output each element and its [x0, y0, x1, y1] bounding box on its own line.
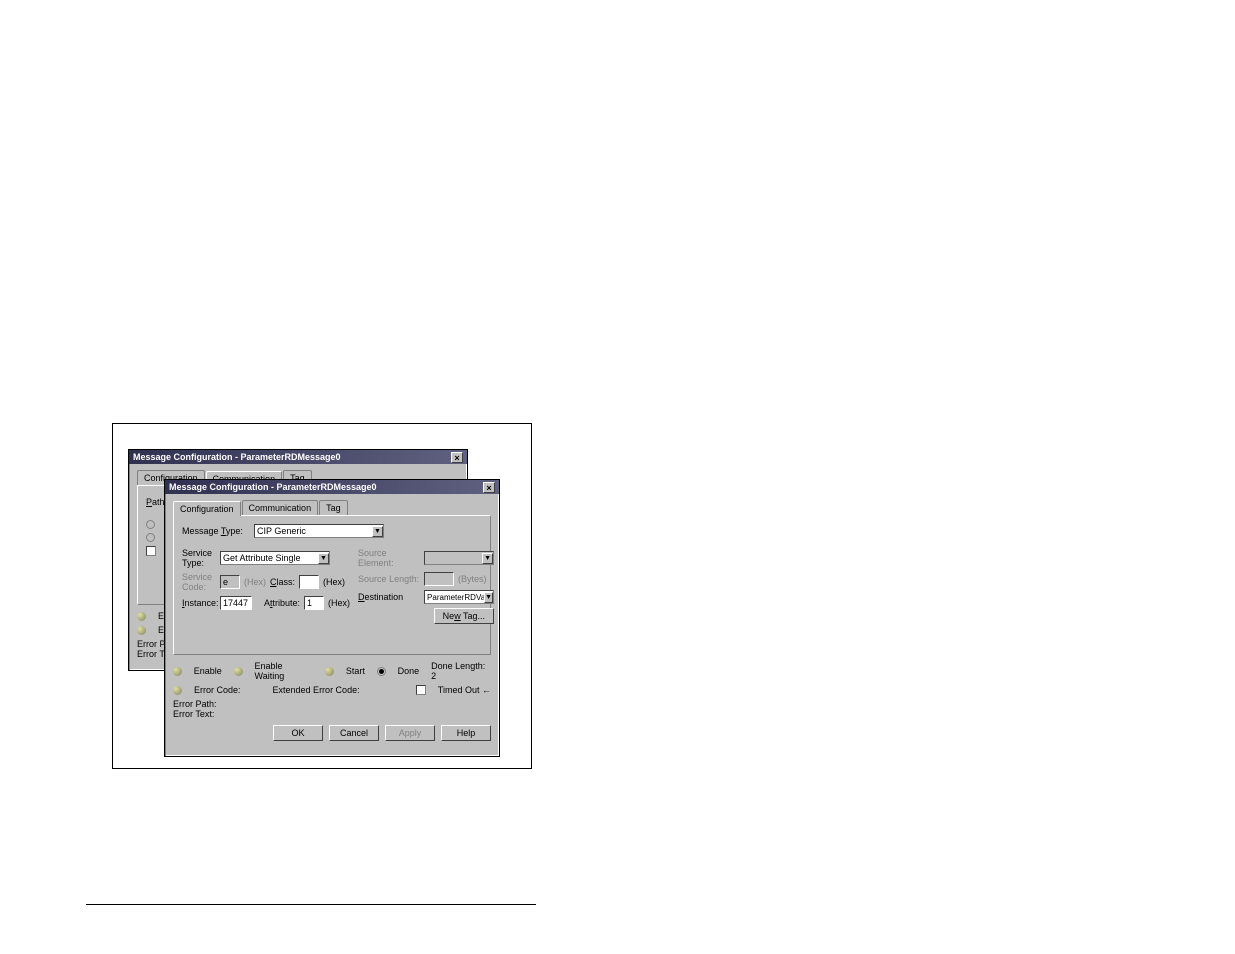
- apply-button: Apply: [385, 725, 435, 741]
- destination-label: Destination: [358, 592, 420, 602]
- led-enable: [173, 667, 182, 676]
- radio-option-2[interactable]: [146, 533, 155, 542]
- chevron-down-icon[interactable]: ▼: [484, 592, 493, 603]
- tab-body-front: Message Type: CIP Generic ▼ Service Type…: [173, 515, 491, 655]
- new-tag-button[interactable]: New Tag...: [434, 608, 494, 624]
- class-input[interactable]: [299, 575, 319, 589]
- status-row-1: Enable Enable Waiting Start Done Done Le…: [173, 661, 491, 681]
- service-type-value: Get Attribute Single: [223, 553, 301, 563]
- title-text-front: Message Configuration - ParameterRDMessa…: [169, 482, 377, 492]
- button-row: OK Cancel Apply Help: [173, 725, 491, 741]
- message-type-select[interactable]: CIP Generic ▼: [254, 524, 384, 538]
- status-row-2: Error Code: Extended Error Code: Timed O…: [173, 685, 491, 695]
- attribute-label: Attribute:: [264, 598, 300, 608]
- titlebar-back: Message Configuration - ParameterRDMessa…: [129, 450, 467, 464]
- error-text-label: Error Text:: [173, 709, 491, 719]
- led-start: [325, 667, 334, 676]
- service-code-hex: (Hex): [244, 577, 266, 587]
- message-type-label: Message Type:: [182, 526, 250, 536]
- chevron-down-icon[interactable]: ▼: [318, 553, 329, 564]
- chevron-down-icon: ▼: [482, 553, 493, 564]
- source-element-select: ▼: [424, 551, 494, 565]
- instance-input[interactable]: [220, 596, 252, 610]
- class-label: Class:: [270, 577, 295, 587]
- close-icon[interactable]: ×: [483, 482, 495, 493]
- done-indicator: [377, 667, 386, 676]
- led-error: [137, 626, 146, 635]
- status-start: Start: [346, 666, 365, 676]
- instance-label: Instance:: [182, 598, 216, 608]
- source-length-input: [424, 572, 454, 586]
- source-length-unit: (Bytes): [458, 574, 487, 584]
- titlebar-front: Message Configuration - ParameterRDMessa…: [165, 480, 499, 494]
- led-enable: [137, 612, 146, 621]
- service-type-select[interactable]: Get Attribute Single ▼: [220, 551, 330, 565]
- tab-communication[interactable]: Communication: [242, 500, 319, 515]
- done-length: Done Length: 2: [431, 661, 491, 681]
- source-element-label: Source Element:: [358, 548, 420, 568]
- tabs-front: Configuration Communication Tag: [173, 500, 491, 515]
- tab-configuration[interactable]: Configuration: [173, 501, 241, 516]
- status-enable: Enable: [194, 666, 222, 676]
- close-icon[interactable]: ×: [451, 452, 463, 463]
- timed-out-checkbox[interactable]: [416, 685, 426, 695]
- status-enable-waiting: Enable Waiting: [255, 661, 314, 681]
- led-error-code: [173, 686, 182, 695]
- help-button[interactable]: Help: [441, 725, 491, 741]
- class-hex: (Hex): [323, 577, 345, 587]
- status-timed-out: Timed Out ←: [438, 685, 491, 695]
- destination-value: ParameterRDValue0: [427, 593, 484, 602]
- service-type-label: Service Type:: [182, 548, 216, 568]
- tab-tag[interactable]: Tag: [319, 500, 348, 515]
- attribute-input[interactable]: [304, 596, 324, 610]
- checkbox-option[interactable]: [146, 546, 156, 556]
- attribute-hex: (Hex): [328, 598, 350, 608]
- message-type-value: CIP Generic: [257, 526, 306, 536]
- led-enable-waiting: [234, 667, 243, 676]
- status-extended-error: Extended Error Code:: [273, 685, 360, 695]
- title-text: Message Configuration - ParameterRDMessa…: [133, 452, 341, 462]
- cancel-button[interactable]: Cancel: [329, 725, 379, 741]
- radio-option-1[interactable]: [146, 520, 155, 529]
- status-error-code: Error Code:: [194, 685, 241, 695]
- dialog-configuration: Message Configuration - ParameterRDMessa…: [164, 479, 500, 757]
- destination-select[interactable]: ParameterRDValue0 ▼: [424, 590, 494, 604]
- ok-button[interactable]: OK: [273, 725, 323, 741]
- error-path-label: Error Path:: [173, 699, 491, 709]
- source-length-label: Source Length:: [358, 574, 420, 584]
- status-done: Done: [398, 666, 420, 676]
- service-code-label: Service Code:: [182, 572, 216, 592]
- page-rule: [86, 904, 536, 905]
- chevron-down-icon[interactable]: ▼: [372, 526, 383, 537]
- service-code-input: [220, 575, 240, 589]
